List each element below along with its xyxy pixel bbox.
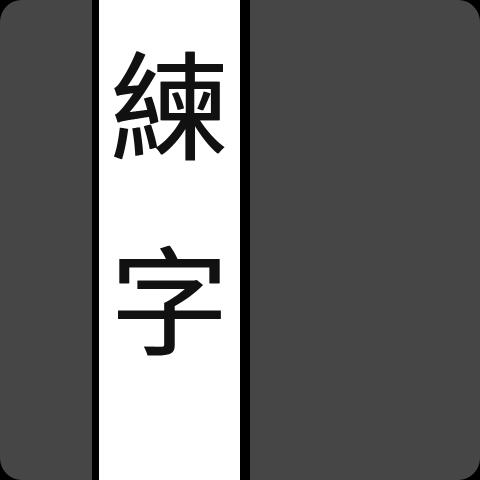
title-strip: 練 字 xyxy=(92,0,250,480)
title-char-zi: 字 xyxy=(110,236,229,374)
title-strip-paper: 練 字 xyxy=(99,0,240,480)
title-char-lian: 練 xyxy=(110,41,229,179)
app-icon[interactable]: 練 字 xyxy=(0,0,480,480)
